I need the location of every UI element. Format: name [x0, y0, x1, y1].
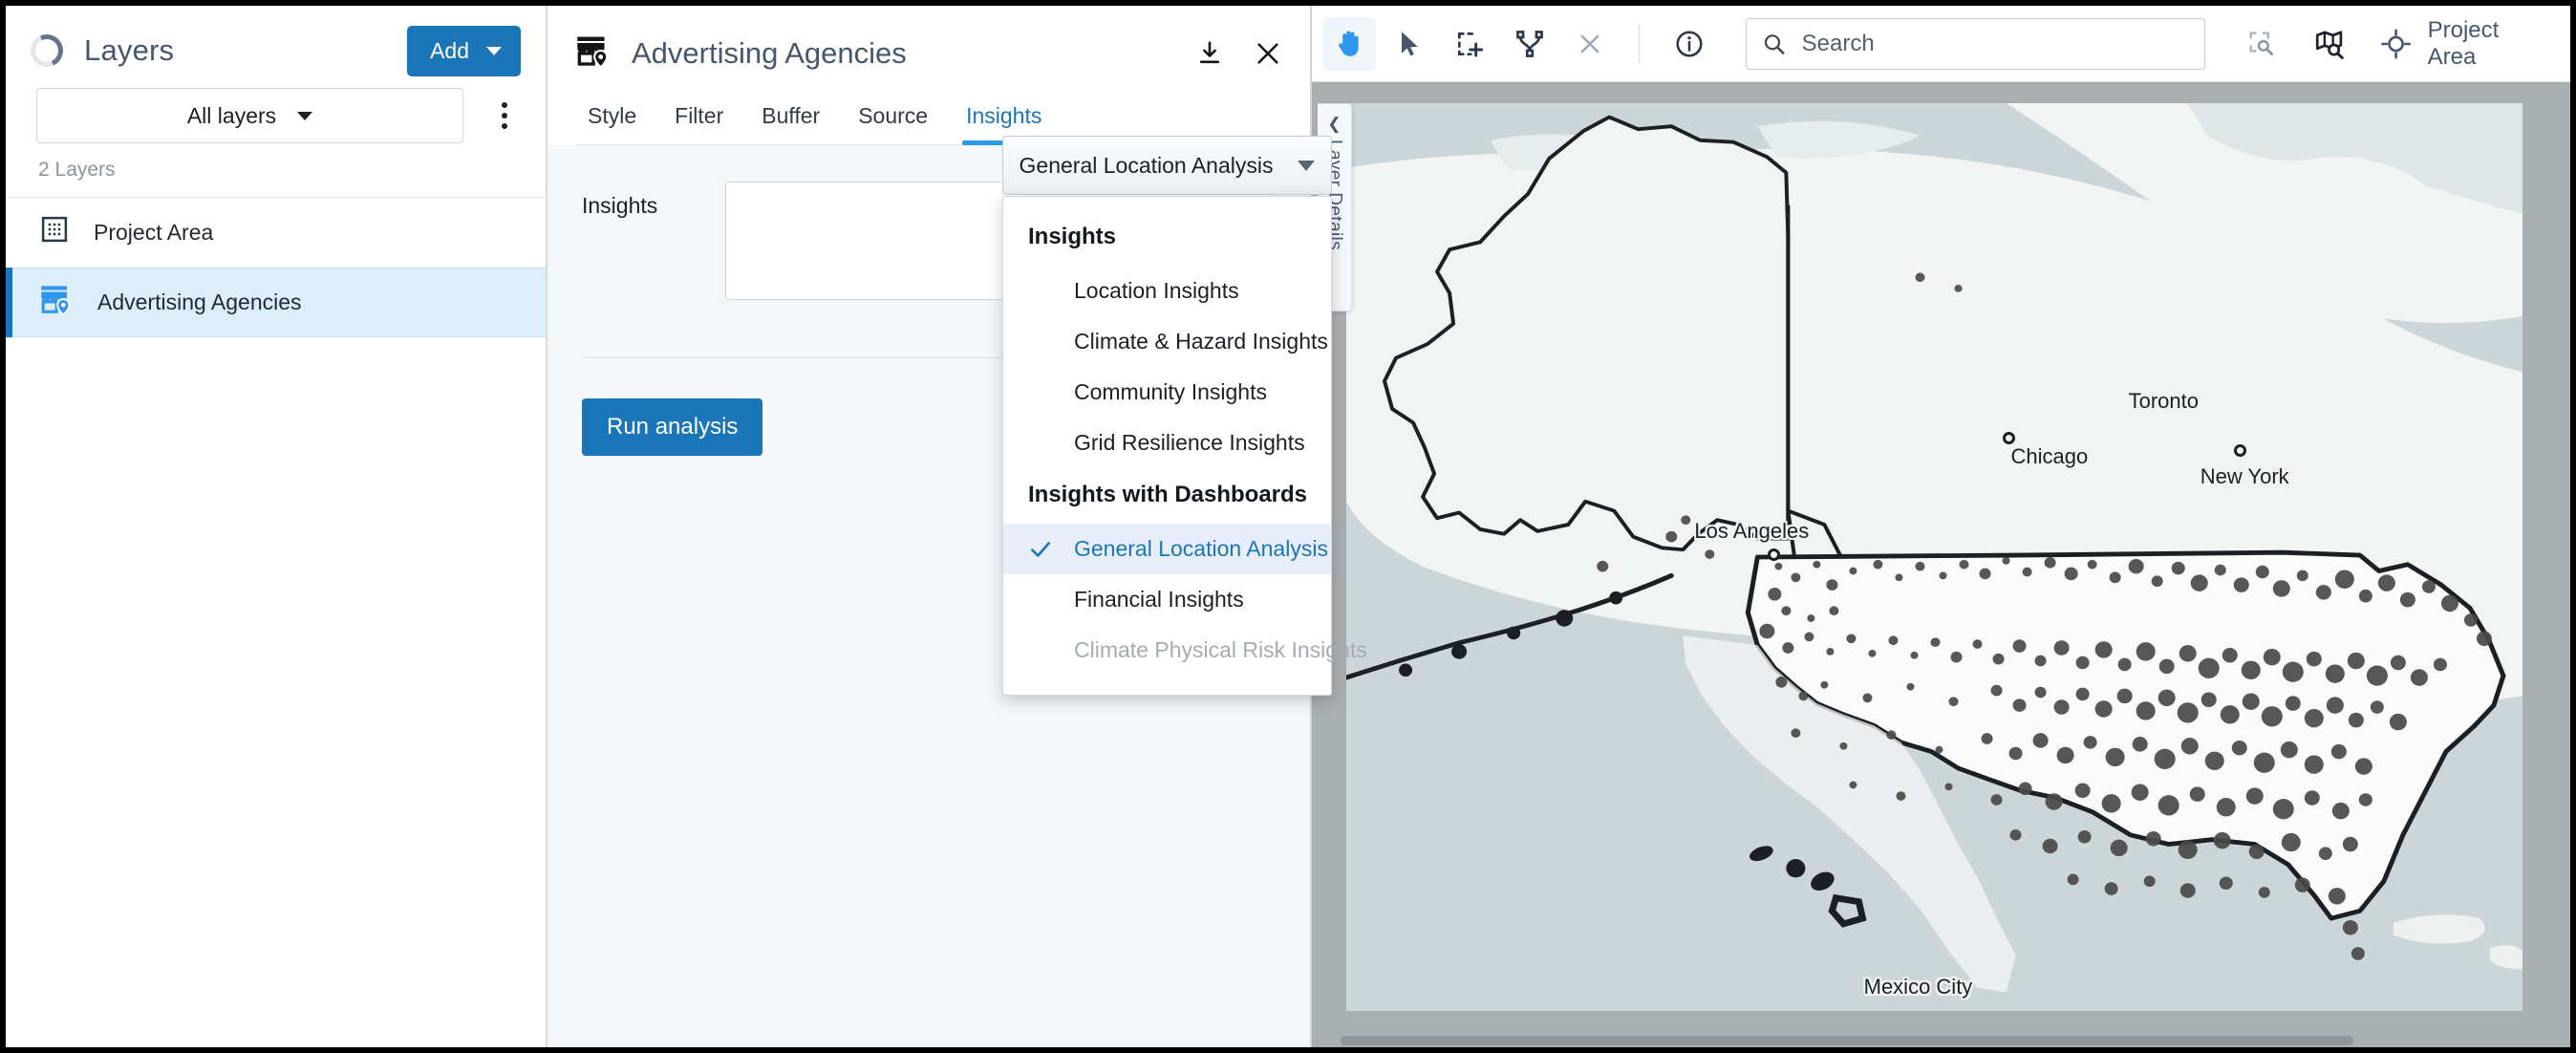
- project-area-icon: [40, 215, 69, 249]
- map-horizontal-scrollbar[interactable]: [1312, 1034, 2570, 1047]
- chevron-left-icon: ❮: [1327, 115, 1342, 133]
- chevron-down-icon: [486, 46, 502, 55]
- add-layer-button[interactable]: Add: [407, 25, 521, 76]
- layer-settings-header: Advertising Agencies Style Filter Buffer…: [547, 6, 1310, 145]
- close-icon[interactable]: [1253, 38, 1283, 69]
- chevron-down-icon: [297, 111, 313, 120]
- layers-sidebar: Layers Add All layers 2 Layers Project A…: [6, 6, 547, 1047]
- layers-header: Layers Add: [6, 6, 546, 88]
- tab-filter[interactable]: Filter: [655, 97, 742, 144]
- close-icon: [1580, 34, 1599, 53]
- list-item-project-area[interactable]: Project Area: [6, 198, 546, 268]
- insights-dropdown-menu: Insights Location Insights Climate & Haz…: [1002, 196, 1367, 696]
- map-viewport[interactable]: Toronto Chicago New York Los Angeles Mex…: [1346, 103, 2522, 1011]
- split-tool-button[interactable]: [1504, 17, 1556, 71]
- list-item-label: Advertising Agencies: [97, 290, 302, 314]
- list-item-advertising-agencies[interactable]: Advertising Agencies: [6, 268, 546, 337]
- loading-spinner-icon: [26, 30, 68, 72]
- dropdown-item-climate-physical-risk-insights: Climate Physical Risk Insights: [1074, 637, 1367, 662]
- page-title: Layers: [84, 33, 175, 67]
- layer-settings-panel: Advertising Agencies Style Filter Buffer…: [547, 6, 1367, 1047]
- insights-dropdown-value: General Location Analysis: [1019, 152, 1274, 178]
- map-area: Project Area: [1312, 6, 2570, 1047]
- search-icon: [1765, 33, 1785, 54]
- layers-filter-row: All layers: [6, 88, 546, 143]
- dropdown-item-location-insights[interactable]: Location Insights: [1003, 266, 1331, 316]
- map-search-button[interactable]: [2304, 17, 2356, 71]
- add-layer-label: Add: [430, 37, 469, 63]
- all-layers-select[interactable]: All layers: [36, 88, 463, 143]
- dropdown-item-community-insights[interactable]: Community Insights: [1003, 367, 1331, 418]
- pan-tool-button[interactable]: [1323, 16, 1376, 71]
- storefront-pin-icon: [576, 35, 611, 73]
- layers-overflow-menu-icon[interactable]: [483, 94, 526, 138]
- hand-icon: [1339, 30, 1360, 56]
- layers-count: 2 Layers: [38, 159, 116, 181]
- select-tool-button[interactable]: [1384, 17, 1436, 71]
- map-search-icon: [2315, 30, 2344, 59]
- zoom-to-selection-icon: [2249, 31, 2274, 55]
- dropdown-item-general-location-analysis[interactable]: General Location Analysis: [1003, 524, 1331, 574]
- storefront-pin-icon: [40, 285, 73, 321]
- caret-down-icon: [1298, 160, 1316, 171]
- insights-field-label: Insights: [582, 193, 658, 218]
- info-button[interactable]: [1663, 17, 1715, 71]
- branch-nodes-icon: [1516, 30, 1543, 57]
- dropdown-item-climate-hazard-insights[interactable]: Climate & Hazard Insights: [1003, 316, 1331, 367]
- layer-settings-title: Advertising Agencies: [632, 36, 907, 70]
- crosshair-icon: [2381, 29, 2412, 58]
- dropdown-item-financial-insights[interactable]: Financial Insights: [1003, 574, 1331, 625]
- map-toolbar: Project Area: [1312, 6, 2570, 82]
- info-circle-icon: [1676, 30, 1703, 57]
- clear-tool-button: [1564, 17, 1617, 71]
- dropdown-group-label: Insights: [1028, 224, 1117, 249]
- marquee-select-tool-button[interactable]: [1444, 17, 1496, 71]
- application-window: Layers Add All layers 2 Layers Project A…: [6, 6, 2570, 1047]
- zoom-to-selection-button[interactable]: [2236, 17, 2288, 71]
- dropdown-group-label: Insights with Dashboards: [1028, 482, 1308, 507]
- insights-dropdown-toggle[interactable]: General Location Analysis: [1002, 136, 1332, 195]
- list-item-label: Project Area: [94, 219, 214, 245]
- dropdown-item-label: General Location Analysis: [1074, 536, 1328, 561]
- download-icon[interactable]: [1195, 39, 1224, 68]
- project-area-label: Project Area: [2427, 16, 2500, 70]
- tab-source[interactable]: Source: [839, 97, 947, 144]
- toolbar-divider: [1639, 24, 1641, 63]
- tab-style[interactable]: Style: [576, 97, 655, 144]
- map-toolbar-right: Project Area: [2236, 17, 2549, 71]
- check-icon: [1031, 541, 1050, 557]
- all-layers-value: All layers: [186, 102, 277, 128]
- tab-buffer[interactable]: Buffer: [742, 97, 839, 144]
- map-canvas[interactable]: Toronto Chicago New York Los Angeles Mex…: [1312, 82, 2570, 1047]
- dropdown-item-grid-resilience-insights[interactable]: Grid Resilience Insights: [1003, 418, 1331, 468]
- dashed-box-plus-icon: [1458, 32, 1484, 56]
- run-analysis-button[interactable]: Run analysis: [582, 398, 763, 456]
- map-graphics: [1346, 103, 2522, 1011]
- project-area-button[interactable]: Project Area: [2371, 17, 2549, 71]
- map-search-box[interactable]: [1746, 17, 2206, 70]
- search-input[interactable]: [1801, 30, 2190, 57]
- insights-dropdown: General Location Analysis Insights Locat…: [1002, 136, 1367, 696]
- cursor-arrow-icon: [1402, 31, 1419, 56]
- layer-list: Project Area Advertising Agencies: [6, 197, 546, 337]
